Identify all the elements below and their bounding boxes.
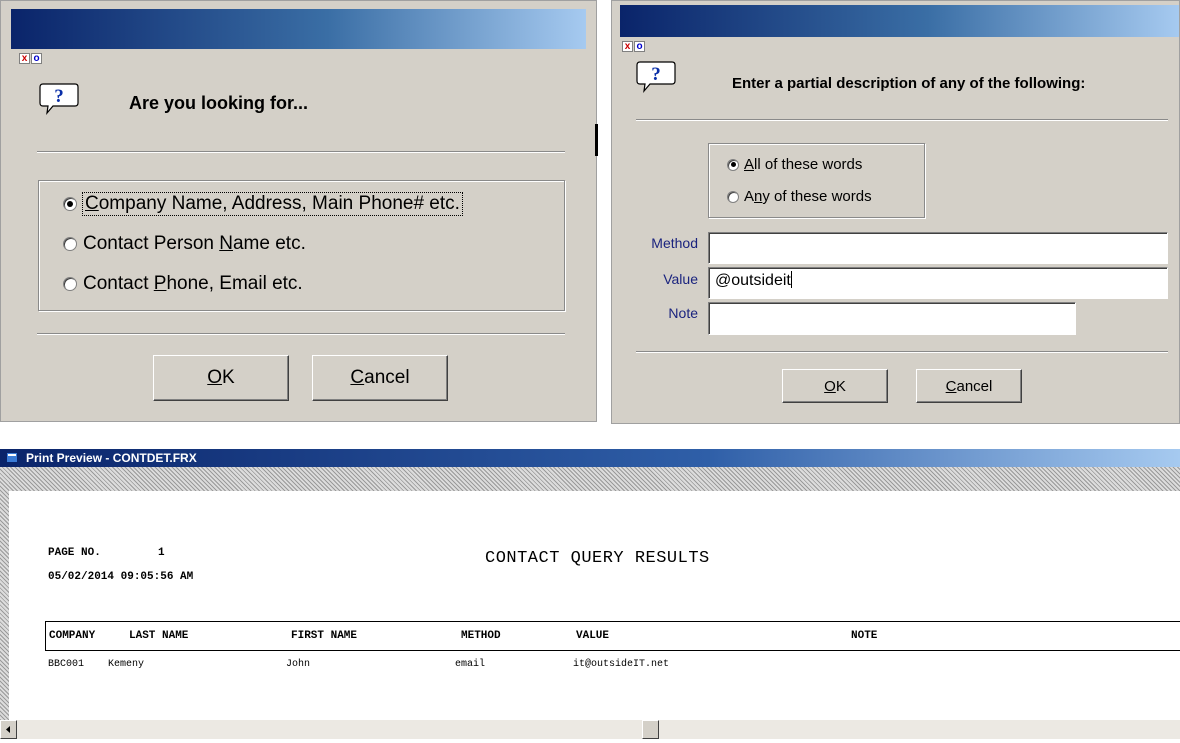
window-controls: x o: [622, 41, 645, 52]
method-field[interactable]: [708, 232, 1168, 264]
cell-last-name: Kemeny: [108, 659, 145, 670]
dialog-title-bar[interactable]: [11, 9, 586, 49]
window-icon: [6, 452, 18, 463]
dialog-prompt: Enter a partial description of any of th…: [732, 75, 1086, 92]
column-header: VALUE: [576, 630, 610, 642]
page-number-label: PAGE NO.: [48, 547, 101, 559]
note-label: Note: [668, 305, 698, 321]
dialog-title-bar[interactable]: [620, 5, 1179, 37]
separator: [636, 119, 1168, 121]
cell-company: BBC001: [48, 659, 85, 670]
note-field[interactable]: [708, 302, 1076, 335]
column-header-row: COMPANY LAST NAME FIRST NAME METHOD VALU…: [45, 621, 1180, 651]
cell-first-name: John: [286, 659, 311, 670]
column-header: FIRST NAME: [291, 630, 358, 642]
ok-button[interactable]: OK: [782, 369, 888, 403]
close-button[interactable]: x: [622, 41, 633, 52]
cell-method: email: [455, 659, 486, 670]
ok-button[interactable]: OK: [153, 355, 289, 401]
column-header: COMPANY: [49, 630, 96, 642]
partial-description-dialog: x o ? Enter a partial description of any…: [611, 0, 1180, 424]
close-button[interactable]: x: [19, 53, 30, 64]
text-cursor: [790, 271, 792, 288]
restore-button[interactable]: o: [634, 41, 645, 52]
column-header: NOTE: [851, 630, 878, 642]
dialog-prompt: Are you looking for...: [129, 93, 309, 113]
method-label: Method: [651, 235, 698, 251]
radio-all-words[interactable]: All of these words: [727, 156, 862, 173]
page-number: 1: [158, 547, 165, 559]
radio-button[interactable]: [727, 158, 739, 171]
radio-contact-person[interactable]: Contact Person Name etc.: [63, 233, 306, 255]
window-edge: [595, 124, 598, 156]
search-type-group: Company Name, Address, Main Phone# etc. …: [38, 180, 565, 311]
radio-any-words[interactable]: Any of these words: [727, 188, 872, 205]
radio-contact-phone[interactable]: Contact Phone, Email etc.: [63, 273, 303, 295]
window-controls: x o: [19, 53, 42, 64]
word-match-group: All of these words Any of these words: [708, 143, 925, 218]
scroll-left-button[interactable]: [0, 720, 17, 739]
table-row: BBC001 Kemeny John email it@outsideIT.ne…: [48, 659, 1168, 675]
svg-text:?: ?: [651, 64, 661, 85]
radio-button[interactable]: [63, 277, 77, 291]
restore-button[interactable]: o: [31, 53, 42, 64]
radio-button[interactable]: [63, 197, 77, 211]
print-preview-title-bar[interactable]: Print Preview - CONTDET.FRX: [0, 449, 1180, 467]
cell-value: it@outsideIT.net: [573, 659, 670, 670]
radio-company-name[interactable]: Company Name, Address, Main Phone# etc.: [63, 192, 463, 216]
report-title: CONTACT QUERY RESULTS: [485, 549, 710, 568]
report-page: PAGE NO. 1 05/02/2014 09:05:56 AM CONTAC…: [28, 491, 1180, 720]
print-preview-window: Print Preview - CONTDET.FRX PAGE NO. 1 0…: [0, 449, 1180, 739]
window-title: Print Preview - CONTDET.FRX: [26, 451, 197, 465]
preview-backdrop-left: [0, 467, 9, 720]
arrow-left-icon: [6, 726, 10, 733]
radio-button[interactable]: [63, 237, 77, 251]
svg-text:?: ?: [54, 86, 64, 107]
column-header: METHOD: [461, 630, 501, 642]
value-field-text: @outsideit: [715, 272, 791, 289]
value-label: Value: [663, 271, 698, 287]
scroll-thumb[interactable]: [642, 720, 659, 739]
question-icon: ?: [39, 83, 79, 115]
column-header: LAST NAME: [129, 630, 189, 642]
separator: [37, 333, 565, 335]
separator: [636, 351, 1168, 353]
preview-backdrop-top: [0, 467, 1180, 491]
report-timestamp: 05/02/2014 09:05:56 AM: [48, 571, 194, 583]
separator: [37, 151, 565, 153]
radio-button[interactable]: [727, 190, 739, 203]
horizontal-scrollbar[interactable]: [0, 720, 1180, 739]
cancel-button[interactable]: Cancel: [312, 355, 448, 401]
value-field[interactable]: @outsideit: [708, 267, 1168, 299]
question-icon: ?: [636, 61, 676, 93]
cancel-button[interactable]: Cancel: [916, 369, 1022, 403]
search-type-dialog: x o ? Are you looking for... Company Nam…: [0, 0, 597, 422]
